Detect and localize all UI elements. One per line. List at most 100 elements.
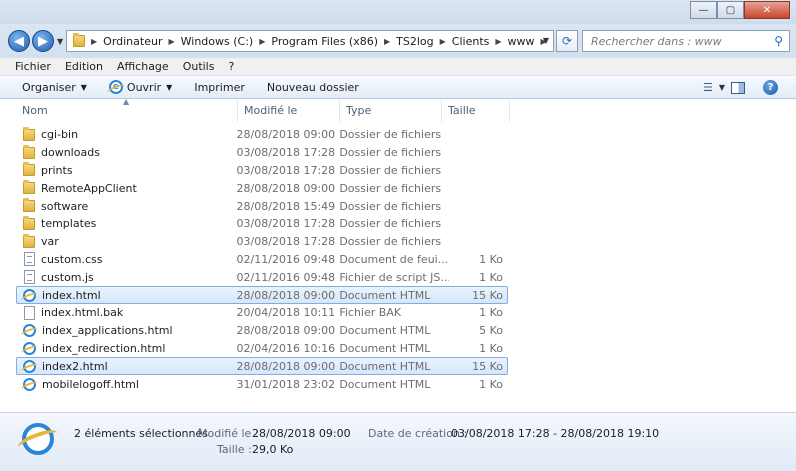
breadcrumb-item[interactable]: Ordinateur: [99, 35, 166, 48]
file-name-cell: index_redirection.html: [17, 341, 237, 355]
bak-file-icon: [24, 305, 35, 320]
table-row[interactable]: index.html 28/08/2018 09:00 Document HTML 1…: [16, 286, 508, 304]
file-name-cell: cgi-bin: [17, 126, 237, 141]
chevron-right-icon[interactable]: ▶: [382, 37, 392, 46]
chevron-right-icon[interactable]: ▶: [257, 37, 267, 46]
open-label: Ouvrir: [126, 80, 162, 94]
organize-label: Organiser: [22, 80, 76, 94]
table-row[interactable]: cgi-bin 28/08/2018 09:00 Dossier de fichie…: [16, 126, 508, 144]
table-row[interactable]: index.html.bak 20/04/2018 10:11 Fichier BA…: [16, 304, 508, 322]
minimize-button[interactable]: —: [690, 1, 717, 19]
file-date: 03/08/2018 17:28: [236, 146, 336, 160]
file-name: RemoteAppClient: [41, 181, 137, 195]
file-size: 5 Ko: [479, 324, 503, 338]
organize-button[interactable]: Organiser ▼: [14, 81, 95, 94]
address-bar[interactable]: ▶ Ordinateur ▶ Windows (C:) ▶ Program Fi…: [66, 30, 554, 52]
column-header-modified[interactable]: Modifié le: [238, 100, 340, 122]
maximize-button[interactable]: ▢: [717, 1, 744, 19]
table-row[interactable]: custom.css 02/11/2016 09:48 Document de fe…: [16, 251, 508, 269]
menu-outils[interactable]: Outils: [176, 60, 222, 73]
help-icon[interactable]: ?: [763, 80, 778, 95]
file-name-cell: templates: [17, 215, 237, 230]
selection-count: 2 éléments sélectionnés: [74, 427, 208, 440]
breadcrumb-item[interactable]: TS2log: [392, 35, 437, 48]
internet-explorer-icon: [22, 423, 54, 455]
details-view-icon: ☰: [702, 81, 713, 94]
table-row[interactable]: index2.html 28/08/2018 09:00 Document HTML…: [16, 357, 508, 376]
file-size: 1 Ko: [479, 341, 503, 355]
file-size: 1 Ko: [479, 270, 503, 284]
file-type: Dossier de fichiers: [339, 199, 442, 213]
table-row[interactable]: RemoteAppClient 28/08/2018 09:00 Dossier d…: [16, 179, 508, 197]
arrow-right-icon: ▶: [38, 33, 48, 49]
table-row[interactable]: mobilelogoff.html 31/01/2018 23:02 Documen…: [16, 375, 508, 393]
file-name-cell: index2.html: [17, 359, 237, 373]
refresh-button[interactable]: ⟳: [556, 30, 578, 52]
file-name: custom.css: [41, 252, 103, 266]
chevron-right-icon[interactable]: ▶: [89, 37, 99, 46]
table-row[interactable]: var 03/08/2018 17:28 Dossier de fichiers: [16, 233, 508, 251]
column-header-type[interactable]: Type: [340, 100, 442, 122]
breadcrumb-item[interactable]: Clients: [448, 35, 494, 48]
file-date: 28/08/2018 09:00: [236, 181, 336, 195]
window-controls: — ▢ ✕: [690, 1, 790, 19]
file-type: Document HTML: [339, 341, 431, 355]
html-file-icon: [23, 288, 36, 302]
table-row[interactable]: templates 03/08/2018 17:28 Dossier de fich…: [16, 215, 508, 233]
table-row[interactable]: downloads 03/08/2018 17:28 Dossier de fich…: [16, 144, 508, 162]
chevron-right-icon[interactable]: ▶: [166, 37, 176, 46]
folder-icon: [23, 180, 35, 195]
print-button[interactable]: Imprimer: [186, 81, 253, 94]
menu-help[interactable]: ?: [221, 60, 241, 73]
column-header-size[interactable]: Taille: [442, 100, 510, 122]
file-date: 28/08/2018 09:00: [236, 128, 336, 142]
navigation-bar: ◀ ▶ ▼ ▶ Ordinateur ▶ Windows (C:) ▶ Prog…: [0, 24, 796, 58]
search-icon[interactable]: ⚲: [774, 34, 783, 48]
menu-fichier[interactable]: Fichier: [8, 60, 58, 73]
html-file-icon: [23, 359, 36, 373]
address-history-dropdown[interactable]: ▼: [543, 36, 549, 45]
table-row[interactable]: software 28/08/2018 15:49 Dossier de fichi…: [16, 197, 508, 215]
close-button[interactable]: ✕: [744, 1, 790, 19]
view-options-button[interactable]: ☰ ▼: [703, 79, 725, 97]
search-box: ⚲: [582, 30, 790, 52]
file-name-cell: index_applications.html: [17, 324, 237, 338]
toolbar-right: ☰ ▼ ?: [703, 76, 796, 99]
file-type: Document HTML: [339, 359, 431, 373]
table-row[interactable]: index_applications.html 28/08/2018 09:00 D…: [16, 322, 508, 340]
preview-pane-button[interactable]: [731, 81, 745, 94]
file-type: Fichier BAK: [339, 306, 402, 320]
folder-icon: [23, 215, 35, 230]
menu-edition[interactable]: Edition: [58, 60, 110, 73]
chevron-right-icon[interactable]: ▶: [438, 37, 448, 46]
forward-button[interactable]: ▶: [32, 30, 54, 52]
recent-pages-dropdown[interactable]: ▼: [57, 37, 63, 46]
file-size: 15 Ko: [472, 359, 503, 373]
column-header-name[interactable]: ▲ Nom: [0, 97, 238, 122]
file-name: custom.js: [41, 270, 94, 284]
back-button[interactable]: ◀: [8, 30, 30, 52]
file-type: Dossier de fichiers: [339, 217, 442, 231]
breadcrumb-item[interactable]: Program Files (x86): [267, 35, 382, 48]
table-row[interactable]: index_redirection.html 02/04/2016 10:16 Do…: [16, 340, 508, 358]
file-name: index.html.bak: [41, 306, 124, 320]
file-name: software: [41, 199, 89, 213]
search-input[interactable]: [591, 34, 767, 48]
breadcrumb-item[interactable]: www: [504, 35, 539, 48]
sort-ascending-icon: ▲: [123, 97, 130, 106]
menu-affichage[interactable]: Affichage: [110, 60, 176, 73]
file-name-cell: RemoteAppClient: [17, 180, 237, 195]
modified-value: 28/08/2018 09:00: [252, 427, 351, 440]
new-folder-button[interactable]: Nouveau dossier: [259, 81, 367, 94]
table-row[interactable]: custom.js 02/11/2016 09:48 Fichier de scri…: [16, 268, 508, 286]
file-type: Document HTML: [339, 288, 431, 302]
chevron-right-icon[interactable]: ▶: [493, 37, 503, 46]
breadcrumb-item[interactable]: Windows (C:): [177, 35, 258, 48]
table-row[interactable]: prints 03/08/2018 17:28 Dossier de fichier…: [16, 162, 508, 180]
file-name-cell: downloads: [17, 144, 237, 159]
breadcrumb: Ordinateur ▶ Windows (C:) ▶ Program File…: [99, 35, 549, 48]
open-button[interactable]: e Ouvrir ▼: [101, 80, 180, 94]
file-type: Dossier de fichiers: [339, 235, 442, 249]
file-size: 15 Ko: [472, 288, 503, 302]
file-type: Fichier de script JS...: [339, 270, 450, 284]
